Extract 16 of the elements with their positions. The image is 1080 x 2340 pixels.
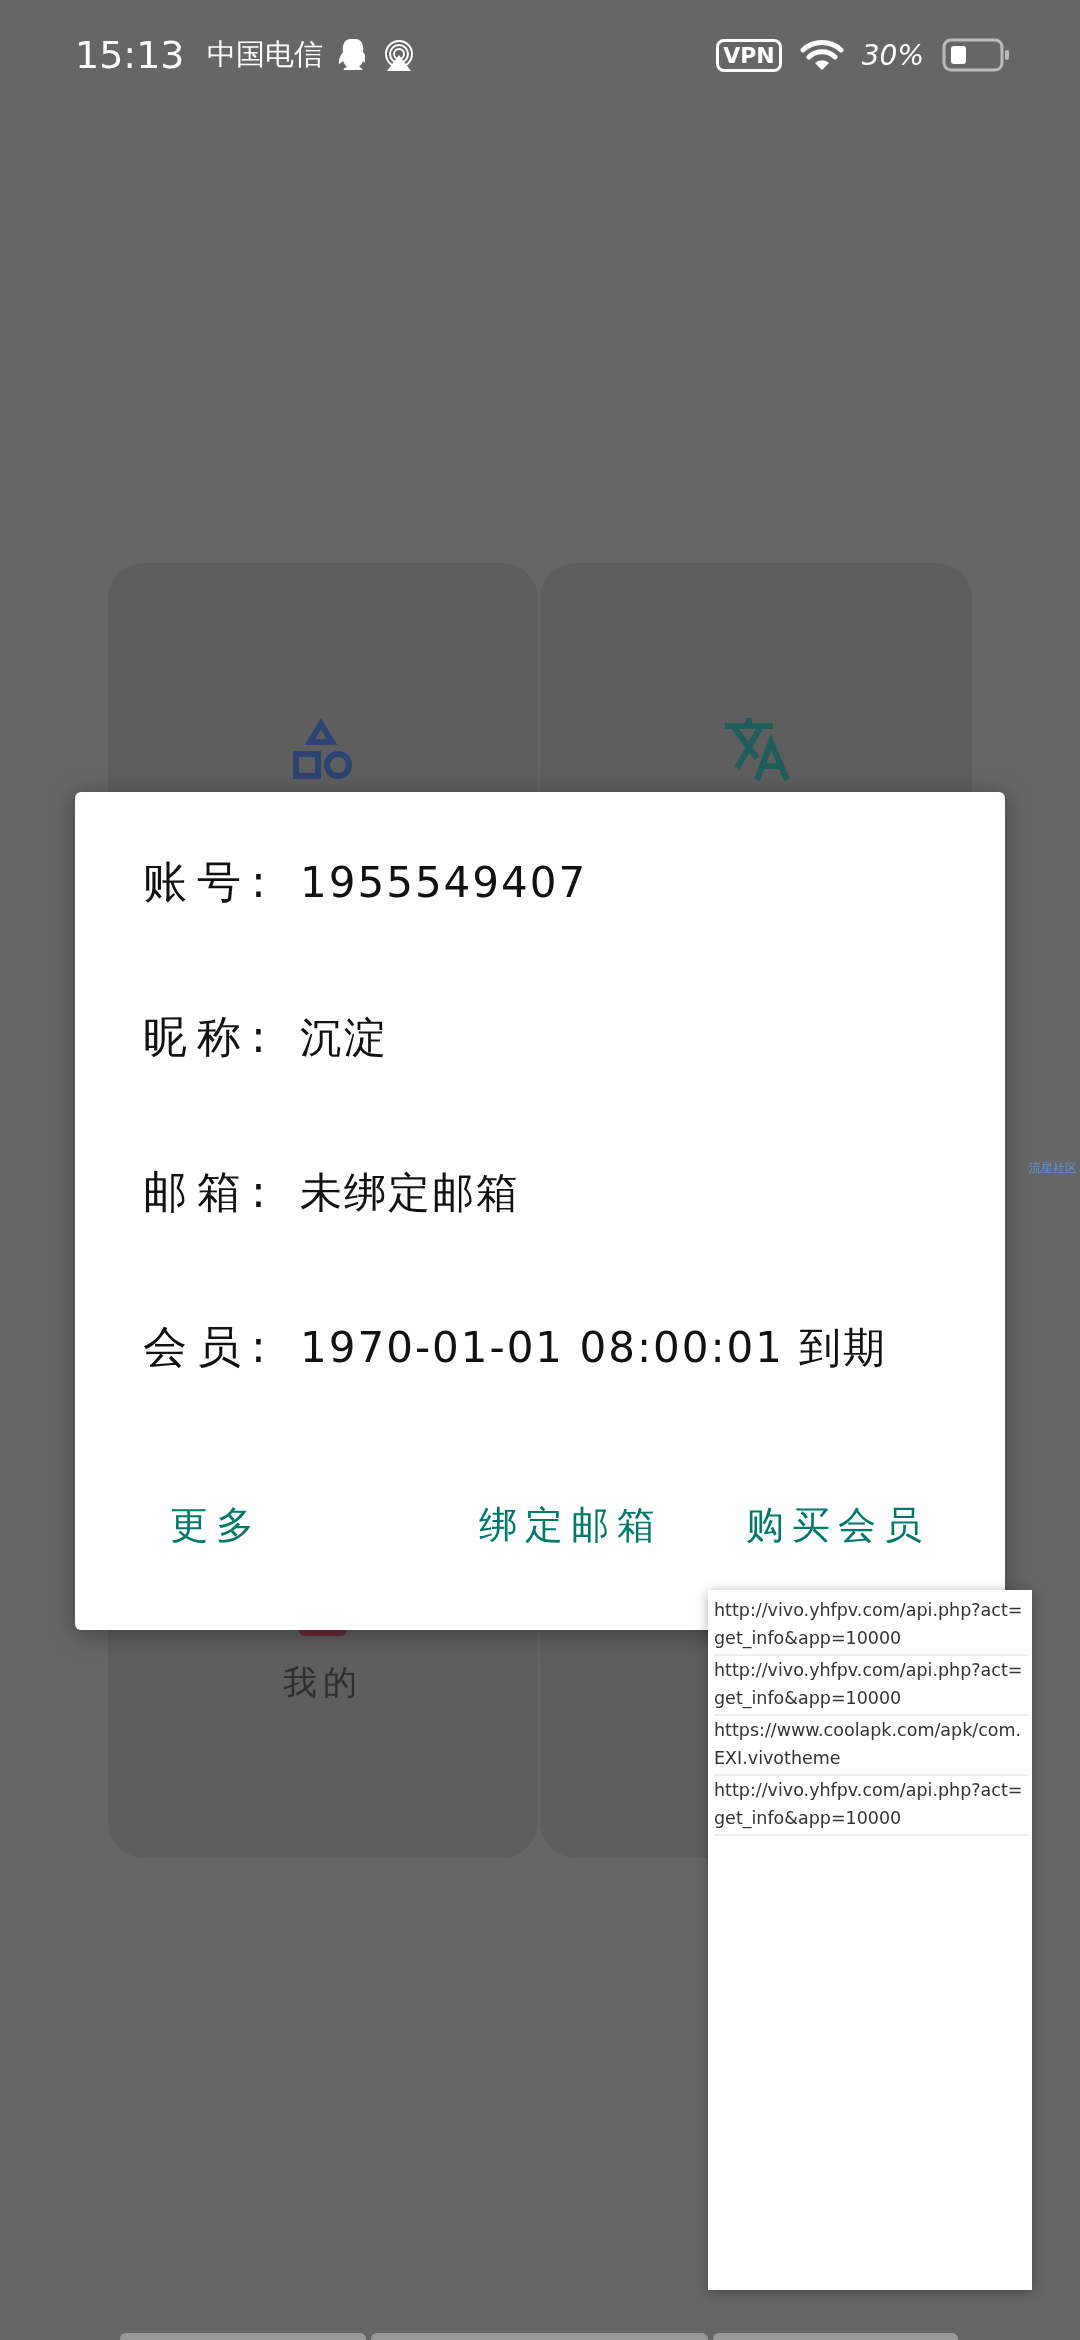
- vpn-badge: VPN: [716, 38, 782, 72]
- log-entry: http://vivo.yhfpv.com/api.php?act=get_info&app=10000: [714, 1776, 1028, 1836]
- battery-percent: 30%: [861, 38, 924, 72]
- carrier-name: 中国电信: [206, 36, 323, 73]
- dialog-button[interactable]: 绑定邮箱: [479, 1499, 663, 1551]
- field-value: 未绑定邮箱: [300, 1166, 520, 1219]
- dialog-button[interactable]: 购买会员: [746, 1499, 930, 1551]
- field-label: 账号:: [143, 855, 277, 909]
- field-label: 会员:: [143, 1320, 277, 1374]
- clock-time: 15:13: [75, 33, 185, 77]
- field-label: 邮箱:: [143, 1165, 277, 1219]
- field-label: 昵称:: [143, 1010, 277, 1064]
- field-value: 1955549407: [300, 858, 588, 907]
- dialog-button[interactable]: 更多: [170, 1499, 262, 1551]
- field-value: 1970-01-01 08:00:01 到期: [300, 1321, 888, 1374]
- field-value: 沉淀: [300, 1011, 388, 1064]
